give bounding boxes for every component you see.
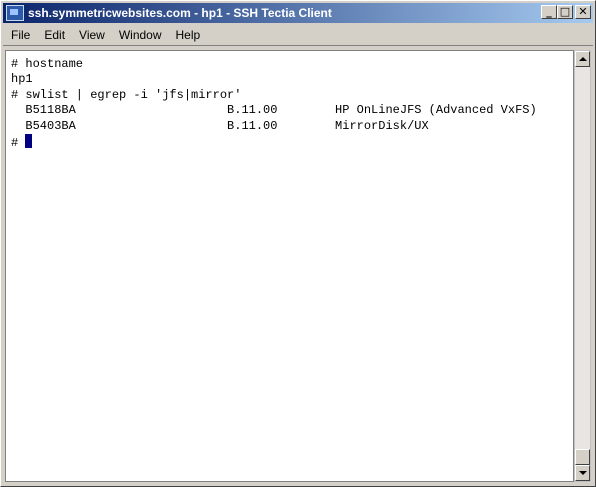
maximize-button[interactable]: □ [557, 5, 573, 19]
terminal-line: # swlist | egrep -i 'jfs|mirror' [11, 87, 242, 102]
close-button[interactable]: ✕ [575, 5, 591, 19]
minimize-button[interactable]: _ [541, 5, 557, 19]
arrow-up-icon [579, 57, 587, 61]
menu-edit[interactable]: Edit [38, 28, 71, 42]
title-bar[interactable]: ssh.symmetricwebsites.com - hp1 - SSH Te… [3, 3, 593, 23]
menu-window[interactable]: Window [113, 28, 168, 42]
window-title: ssh.symmetricwebsites.com - hp1 - SSH Te… [28, 6, 332, 20]
app-window: ssh.symmetricwebsites.com - hp1 - SSH Te… [0, 0, 596, 487]
menu-file[interactable]: File [5, 28, 36, 42]
app-icon [6, 5, 24, 21]
menu-view[interactable]: View [73, 28, 111, 42]
menu-bar: File Edit View Window Help [3, 25, 593, 46]
terminal-line: B5118BA B.11.00 HP OnLineJFS (Advanced V… [11, 103, 537, 118]
terminal-line: # hostname [11, 57, 84, 71]
terminal-line: B5403BA B.11.00 MirrorDisk/UX [11, 118, 429, 133]
vertical-scrollbar[interactable] [574, 50, 591, 482]
menu-help[interactable]: Help [170, 28, 207, 42]
terminal-output: # hostname hp1 # swlist | egrep -i 'jfs|mi… [11, 57, 537, 151]
arrow-down-icon [579, 471, 587, 475]
window-controls: _ □ ✕ [541, 5, 591, 19]
terminal-area[interactable]: # hostname hp1 # swlist | egrep -i 'jfs|mi… [5, 50, 574, 482]
terminal-prompt-line: # [11, 134, 537, 151]
terminal-prompt: # [11, 136, 26, 151]
scroll-thumb[interactable] [575, 449, 590, 465]
terminal-line: hp1 [11, 72, 33, 87]
text-cursor [25, 134, 33, 149]
scroll-down-button[interactable] [575, 465, 590, 481]
scroll-up-button[interactable] [575, 51, 590, 67]
